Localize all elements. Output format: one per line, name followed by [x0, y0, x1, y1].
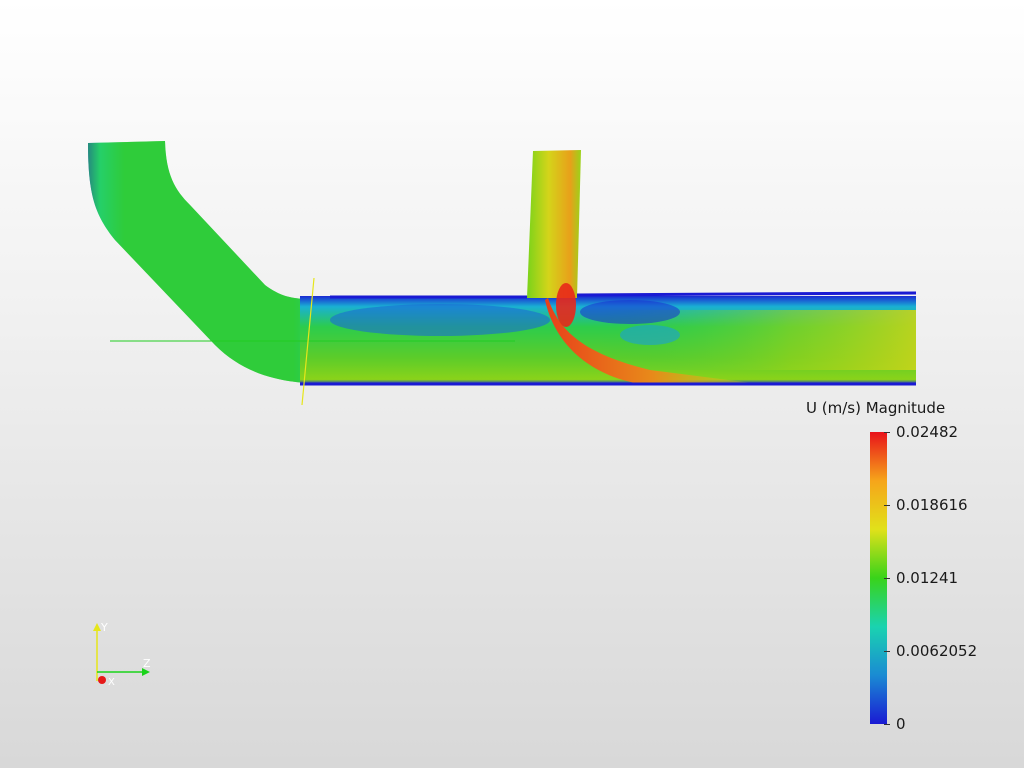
orientation-axes: Y Z X [93, 621, 151, 688]
legend-tick-mark [884, 651, 890, 652]
z-axis-label: Z [143, 657, 151, 670]
legend-tick-label: 0.018616 [896, 496, 968, 514]
legend-tick-mark [884, 505, 890, 506]
legend-title: U (m/s) Magnitude [806, 399, 946, 417]
branch-pipe [527, 150, 581, 298]
legend-tick-label: 0.0062052 [896, 642, 978, 660]
legend-tick-mark [884, 432, 890, 433]
render-viewport[interactable]: U (m/s) Magnitude 0.02482 0.018616 0.012… [0, 0, 1024, 768]
x-axis-dot [98, 676, 106, 684]
legend-max-label: 0.02482 [896, 423, 959, 441]
y-axis-label: Y [100, 621, 108, 634]
legend-tick-mark [884, 578, 890, 579]
y-axis-head [93, 623, 101, 631]
legend-tick-label: 0.01241 [896, 569, 959, 587]
legend-min-label: 0 [896, 715, 906, 733]
x-axis-label: X [108, 677, 115, 688]
legend-colorbar [870, 432, 890, 725]
legend-tick-mark [884, 724, 890, 725]
